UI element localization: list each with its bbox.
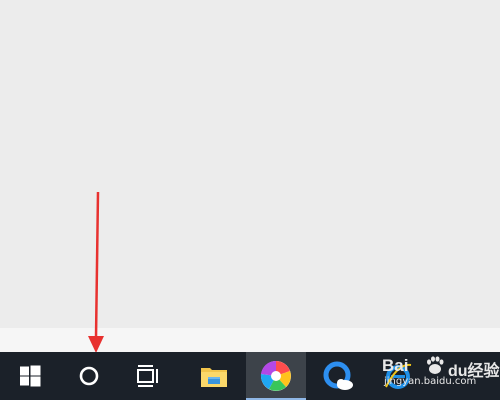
file-explorer-button[interactable]: [188, 352, 240, 400]
task-view-icon: [137, 365, 158, 387]
cortana-search-icon: [79, 366, 99, 386]
taskbar: [0, 352, 500, 400]
desktop-bottom-strip: [0, 328, 500, 352]
cortana-search-button[interactable]: [63, 352, 115, 400]
pinwheel-app-icon: [260, 360, 291, 391]
desktop-area: [0, 0, 500, 328]
ie-edge-button[interactable]: [372, 352, 424, 400]
file-explorer-icon: [201, 368, 227, 387]
windows-start-icon: [20, 365, 41, 387]
browser-q-button[interactable]: [312, 352, 364, 400]
browser-q-icon: [323, 361, 353, 390]
pinwheel-app-button[interactable]: [246, 352, 306, 400]
start-button[interactable]: [4, 352, 56, 400]
task-view-button[interactable]: [122, 352, 174, 400]
ie-edge-icon: [385, 363, 412, 389]
